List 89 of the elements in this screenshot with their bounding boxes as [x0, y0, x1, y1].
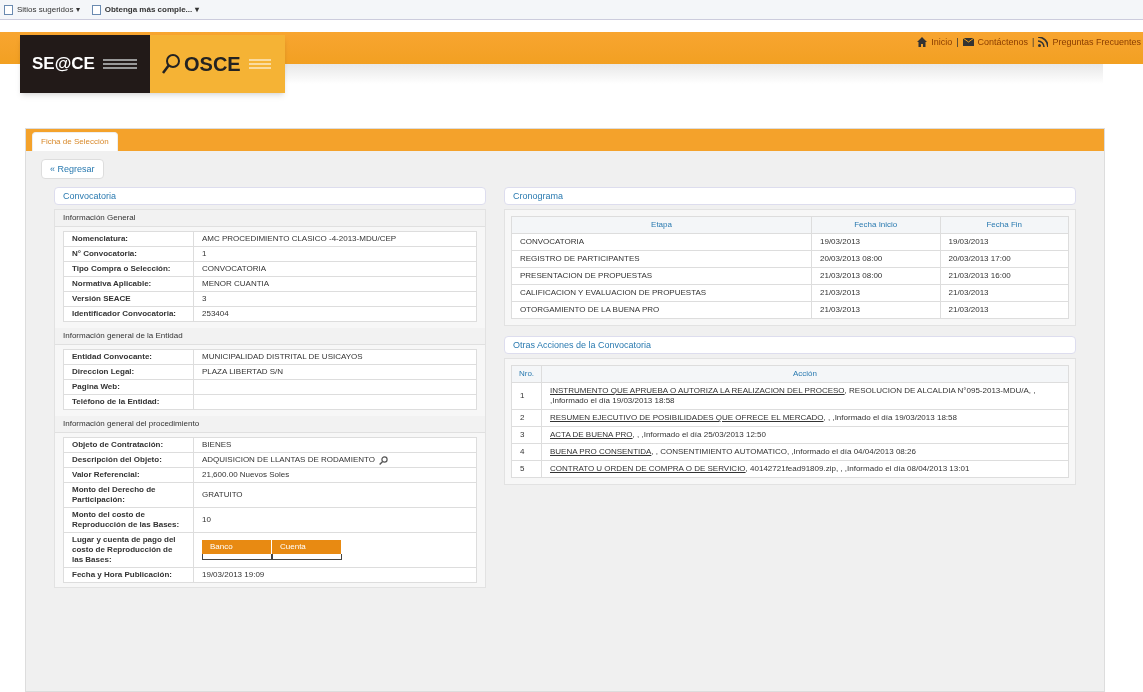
field-value: ADQUISICION DE LLANTAS DE RODAMIENTO [202, 455, 376, 465]
table-cell: CALIFICACION Y EVALUACION DE PROPUESTAS [520, 288, 707, 297]
table-cell: 4 [520, 447, 525, 456]
field-value: MENOR CUANTIA [202, 279, 270, 288]
rss-icon [1038, 37, 1049, 47]
field-label: Pagina Web: [72, 382, 120, 391]
field-label: Valor Referencial: [72, 470, 140, 479]
favorites-link[interactable]: Sitios sugeridos ▾ [17, 4, 80, 15]
field-value: BIENES [202, 440, 232, 449]
field-label: Lugar y cuenta de pago del costo de Reproducción de las Bases: [72, 535, 176, 564]
column-header: Banco [202, 540, 272, 554]
document-link[interactable]: RESUMEN EJECUTIVO DE POSIBILIDADES QUE OFRECE EL MERCADO [550, 413, 824, 422]
field-value: 253404 [202, 309, 229, 318]
back-button[interactable]: « Regresar [41, 159, 104, 179]
field-label: Identificador Convocatoria: [72, 309, 176, 318]
action-text: BUENA PRO CONSENTIDA, , CONSENTIMIENTO AUTOMATICO, ,Informado el día 04/04/2013 08:26 [550, 447, 916, 456]
nav-link[interactable]: Contáctenos [977, 37, 1029, 47]
table-cell: PRESENTACION DE PROPUESTAS [520, 271, 653, 280]
fieldset-legend: Otras Acciones de la Convocatoria [504, 336, 1076, 354]
field-label: N° Convocatoria: [72, 249, 137, 258]
table-cell: 1 [520, 391, 525, 400]
field-label: Fecha y Hora Publicación: [72, 570, 173, 579]
nav-link[interactable]: Preguntas Frecuentes [1052, 37, 1141, 47]
table-cell: 21/03/2013 16:00 [948, 271, 1011, 280]
field-label: Normativa Aplicable: [72, 279, 152, 288]
field-label: Monto del costo de Reproducción de las Bases: [72, 510, 180, 529]
fieldset-legend: Cronograma [504, 187, 1076, 205]
table-cell: 2 [520, 413, 525, 422]
table-cell: 21/03/2013 [948, 288, 989, 297]
field-label: Entidad Convocante: [72, 352, 152, 361]
table-cell: REGISTRO DE PARTICIPANTES [520, 254, 640, 263]
fieldset-legend: Convocatoria [54, 187, 486, 205]
field-label: Nomenclatura: [72, 234, 128, 243]
field-value: CONVOCATORIA [202, 264, 267, 273]
page-icon [91, 4, 101, 15]
document-link[interactable]: CONTRATO U ORDEN DE COMPRA O DE SERVICIO [550, 464, 746, 473]
field-label: Versión SEACE [72, 294, 131, 303]
action-text: ACTA DE BUENA PRO, , ,Informado el día 25/03/2013 12:50 [550, 430, 766, 439]
field-value: 10 [202, 515, 211, 524]
column-header: Fecha Fin [986, 220, 1023, 229]
table-cell: 20/03/2013 08:00 [820, 254, 883, 263]
field-label: Monto del Derecho de Participación: [72, 485, 156, 504]
osce-logo: OSCE [150, 35, 285, 93]
nav-separator: | [956, 37, 959, 47]
action-text: INSTRUMENTO QUE APRUEBA O AUTORIZA LA REALIZACION DEL PROCESO, RESOLUCION DE ALCALDIA N°095-2013-MDU/A, , ,Informado el día 19/03/2013 18:58 [550, 386, 1036, 405]
table-cell: CONVOCATORIA [520, 237, 585, 246]
column-header: Acción [793, 369, 817, 378]
table-cell: 21/03/2013 [820, 288, 861, 297]
section-title: Información general de la Entidad [55, 328, 485, 345]
document-link[interactable]: ACTA DE BUENA PRO [550, 430, 633, 439]
favorites-link[interactable]: Obtenga más comple... ▾ [104, 4, 199, 15]
field-value: 3 [202, 294, 207, 303]
table-cell: 21/03/2013 08:00 [820, 271, 883, 280]
section-title: Información General [55, 210, 485, 227]
action-text: RESUMEN EJECUTIVO DE POSIBILIDADES QUE OFRECE EL MERCADO, , ,Informado el día 19/03/2013 18:58 [550, 413, 957, 422]
search-icon[interactable] [379, 455, 389, 465]
home-icon [917, 37, 928, 47]
nav-separator: | [1032, 37, 1035, 47]
field-value: 1 [202, 249, 207, 258]
table-cell: 5 [520, 464, 525, 473]
field-label: Objeto de Contratación: [72, 440, 164, 449]
nav-link[interactable]: Inicio [931, 37, 953, 47]
action-text: CONTRATO U ORDEN DE COMPRA O DE SERVICIO, 40142721fead91809.zip, , ,Informado el día 08/04/2013 13:01 [550, 464, 970, 473]
column-header: Etapa [651, 220, 672, 229]
page-icon [4, 4, 13, 15]
field-value: 19/03/2013 19:09 [202, 570, 265, 579]
field-value: 21,600.00 Nuevos Soles [202, 470, 290, 479]
field-label: Teléfono de la Entidad: [72, 397, 160, 406]
field-label: Tipo Compra o Selección: [72, 264, 171, 273]
section-title: Información general del procedimiento [55, 416, 485, 433]
field-value: GRATUITO [202, 490, 243, 499]
table-cell: 19/03/2013 [820, 237, 861, 246]
field-value: PLAZA LIBERTAD S/N [202, 367, 284, 376]
table-cell: 20/03/2013 17:00 [948, 254, 1011, 263]
seace-logo: SE@CE [20, 35, 150, 93]
table-cell: 21/03/2013 [820, 305, 861, 314]
column-header: Nro. [518, 369, 535, 378]
field-value: MUNICIPALIDAD DISTRITAL DE USICAYOS [202, 352, 363, 361]
table-cell: 3 [520, 430, 525, 439]
table-cell: 21/03/2013 [948, 305, 989, 314]
table-cell: OTORGAMIENTO DE LA BUENA PRO [520, 305, 660, 314]
column-header: Fecha Inicio [854, 220, 898, 229]
column-header: Cuenta [272, 540, 342, 554]
field-value: AMC PROCEDIMIENTO CLASICO -4-2013-MDU/CEP [202, 234, 397, 243]
field-label: Direccion Legal: [72, 367, 135, 376]
field-label: Descripción del Objeto: [72, 455, 162, 464]
table-cell: 19/03/2013 [948, 237, 989, 246]
mail-icon [962, 38, 974, 46]
document-link[interactable]: INSTRUMENTO QUE APRUEBA O AUTORIZA LA REALIZACION DEL PROCESO [550, 386, 845, 395]
